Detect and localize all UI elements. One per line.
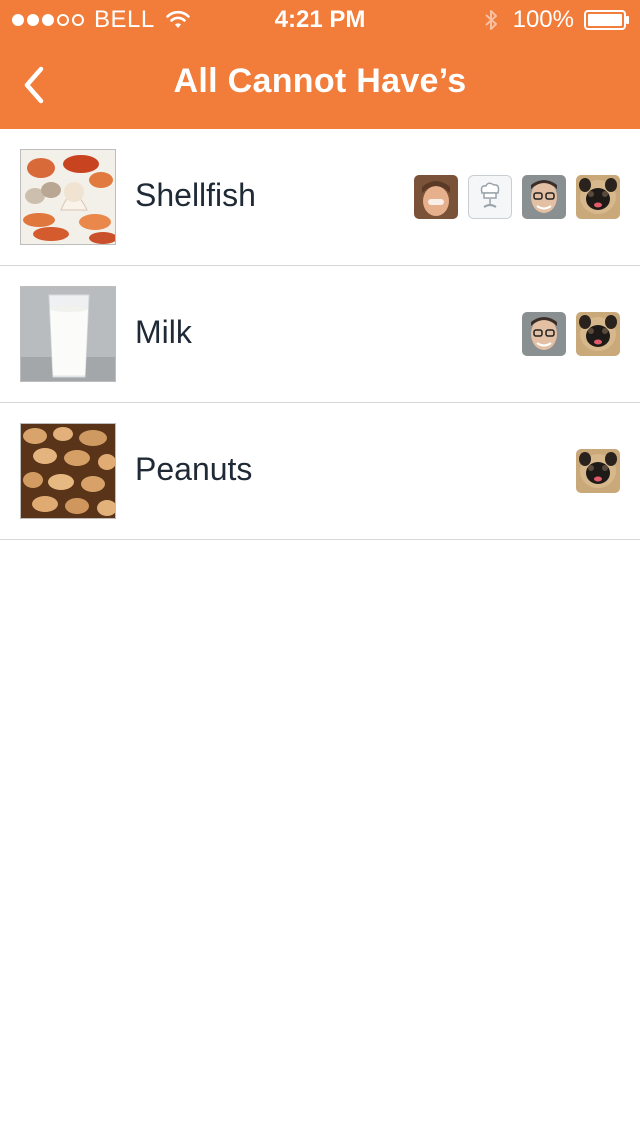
avatar-pug[interactable]: [576, 175, 620, 219]
header-bar: BELL 4:21 PM 100% All Cannot Have’s: [0, 0, 640, 129]
list-item[interactable]: Peanuts: [0, 403, 640, 540]
item-label: Peanuts: [135, 451, 253, 487]
list-item[interactable]: Shellfish: [0, 129, 640, 266]
avatar-group: [522, 312, 620, 356]
avatar-man-glasses[interactable]: [522, 312, 566, 356]
avatar-group: [414, 175, 620, 219]
battery-icon: [584, 10, 629, 30]
page-title: All Cannot Have’s: [173, 62, 467, 100]
milk-glass-photo: [20, 286, 116, 382]
peanuts-photo: [20, 423, 116, 519]
avatar-chef-placeholder[interactable]: [468, 175, 512, 219]
avatar-child[interactable]: [414, 175, 458, 219]
item-label: Milk: [135, 314, 192, 350]
avatar-group: [576, 449, 620, 493]
avatar-pug[interactable]: [576, 449, 620, 493]
item-label: Shellfish: [135, 177, 256, 213]
battery-percentage: 100%: [512, 6, 574, 33]
list-item[interactable]: Milk: [0, 266, 640, 403]
shellfish-photo: [20, 149, 116, 245]
bluetooth-icon: [484, 10, 497, 30]
avatar-pug[interactable]: [576, 312, 620, 356]
avatar-man-glasses[interactable]: [522, 175, 566, 219]
cannot-have-list: Shellfish Milk Peanuts: [0, 129, 640, 540]
status-bar: BELL 4:21 PM 100%: [0, 0, 640, 40]
status-right: 100%: [483, 6, 630, 34]
